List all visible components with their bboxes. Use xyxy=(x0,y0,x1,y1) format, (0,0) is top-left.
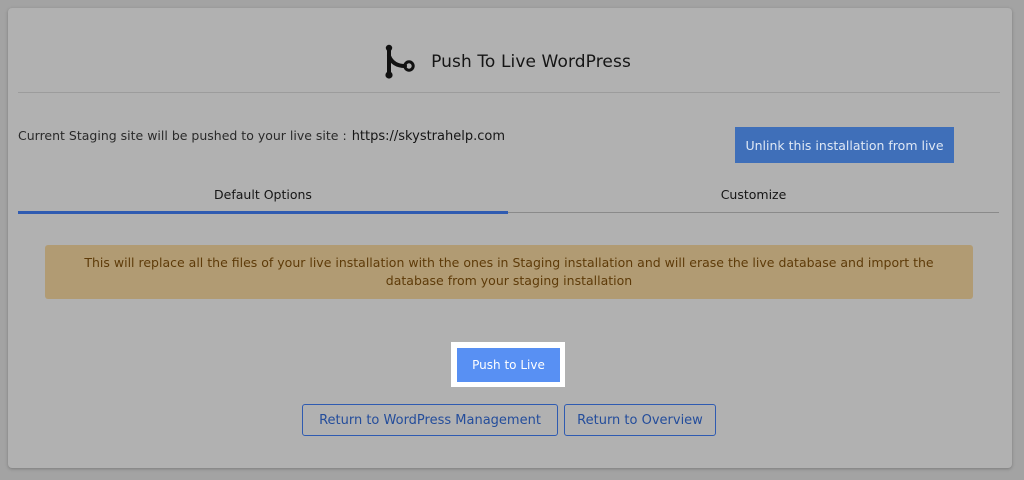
return-overview-button[interactable]: Return to Overview xyxy=(564,404,716,436)
unlink-installation-button[interactable]: Unlink this installation from live xyxy=(735,127,954,163)
tab-divider xyxy=(508,212,999,213)
staging-label: Current Staging site will be pushed to y… xyxy=(18,128,347,143)
staging-info: Current Staging site will be pushed to y… xyxy=(18,128,505,144)
push-to-live-button[interactable]: Push to Live xyxy=(457,348,560,382)
return-wordpress-management-button[interactable]: Return to WordPress Management xyxy=(302,404,558,436)
push-to-live-panel: Push To Live WordPress Current Staging s… xyxy=(8,8,1012,468)
header-divider xyxy=(18,92,1000,93)
live-site-url: https://skystrahelp.com xyxy=(351,129,505,144)
warning-alert: This will replace all the files of your … xyxy=(45,245,973,299)
active-tab-indicator xyxy=(18,211,508,214)
warning-text: This will replace all the files of your … xyxy=(84,255,934,288)
git-branch-icon xyxy=(385,44,415,79)
page-title: Push To Live WordPress xyxy=(431,52,631,72)
page-header: Push To Live WordPress xyxy=(8,38,1012,86)
tab-customize[interactable]: Customize xyxy=(508,184,999,213)
options-tabs: Default Options Customize xyxy=(18,184,999,214)
tab-default-options[interactable]: Default Options xyxy=(18,184,508,213)
